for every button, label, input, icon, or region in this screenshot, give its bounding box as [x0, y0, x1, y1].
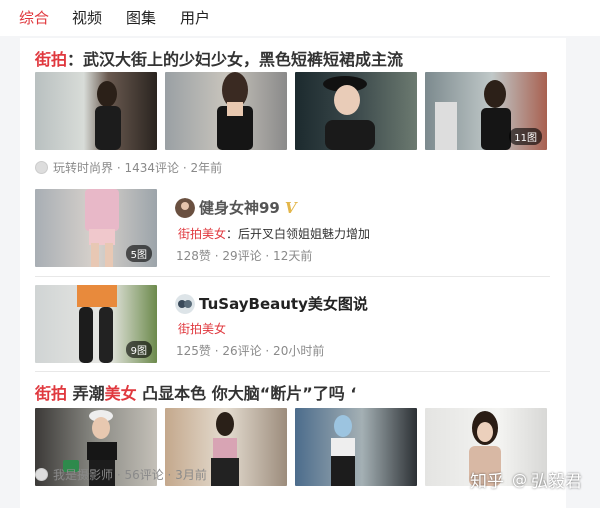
result-description-2[interactable]: 街拍美女：后开叉白领姐姐魅力增加 — [178, 225, 370, 242]
author-row[interactable]: TuSayBeauty美女图说 — [175, 293, 368, 314]
photo-figure — [95, 81, 121, 150]
thumbnail-image[interactable] — [35, 72, 157, 150]
thumbnail-image[interactable]: 9图 — [35, 285, 157, 363]
tab-video[interactable]: 视频 — [72, 7, 102, 28]
thumbnail-image[interactable]: 11图 — [425, 72, 547, 150]
result-stats-2: 128赞 · 29评论 · 12天前 — [176, 249, 313, 263]
divider — [35, 276, 550, 277]
result-meta-4: 我是摄影师 · 56评论 · 3月前 — [35, 466, 207, 483]
thumbnail-image[interactable] — [295, 408, 417, 486]
author-name: TuSayBeauty美女图说 — [199, 295, 368, 313]
tab-gallery[interactable]: 图集 — [126, 7, 156, 28]
at-icon: @ — [512, 470, 527, 489]
results-card: 街拍：武汉大街上的少妇少女，黑色短裤短裙成主流 11图 玩转时尚界 · 1434… — [20, 38, 566, 508]
zhihu-watermark: 知乎 @ 弘毅君 — [470, 467, 582, 493]
result-tag-3[interactable]: 街拍美女 — [178, 320, 226, 337]
result-stats-3: 125赞 · 26评论 · 20小时前 — [176, 344, 325, 358]
verified-badge-icon: V — [284, 198, 297, 217]
top-tab-bar: 综合 视频 图集 用户 — [0, 0, 600, 36]
tab-users[interactable]: 用户 — [180, 7, 210, 28]
tab-comprehensive[interactable]: 综合 — [19, 7, 49, 28]
image-count-badge: 9图 — [125, 341, 152, 358]
brand-logo: 知乎 — [470, 472, 504, 492]
author-name[interactable]: 我是摄影师 — [53, 468, 113, 482]
author-row[interactable]: 健身女神99 V — [175, 197, 297, 218]
thumbnail-image[interactable] — [165, 72, 287, 150]
divider — [35, 371, 550, 372]
result-meta-1: 玩转时尚界 · 1434评论 · 2年前 — [35, 159, 222, 176]
thumbnail-image[interactable] — [295, 72, 417, 150]
result-title-1[interactable]: 街拍：武汉大街上的少妇少女，黑色短裤短裙成主流 — [35, 46, 403, 70]
photo-figure — [323, 76, 375, 150]
author-name: 健身女神99 — [199, 199, 280, 217]
avatar — [35, 468, 48, 481]
photo-figure — [331, 415, 355, 486]
thumbnail-image[interactable]: 5图 — [35, 189, 157, 267]
avatar — [175, 293, 195, 314]
image-count-badge: 5图 — [125, 245, 152, 262]
author-name[interactable]: 玩转时尚界 — [53, 161, 113, 175]
result-title-4[interactable]: 街拍 弄潮美女 凸显本色 你大脑“断片”了吗 ‘ — [35, 380, 356, 404]
photo-figure — [217, 72, 253, 150]
watermark-user: 弘毅君 — [531, 472, 582, 492]
image-count-badge: 11图 — [509, 128, 542, 145]
avatar — [175, 197, 195, 218]
avatar — [35, 161, 48, 174]
